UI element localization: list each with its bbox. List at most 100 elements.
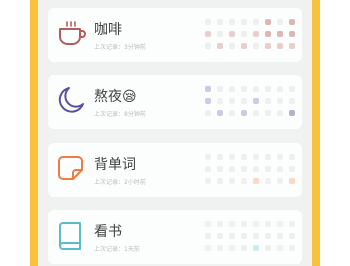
history-dot [277, 19, 283, 25]
history-dot [217, 154, 223, 160]
history-dot [289, 178, 295, 184]
history-dot [241, 19, 247, 25]
habit-history-grid [205, 221, 295, 251]
history-dot [241, 43, 247, 49]
history-dot [241, 110, 247, 116]
history-dot [265, 221, 271, 227]
history-dot [241, 233, 247, 239]
habit-last-record: 上次记录：8分钟前 [94, 111, 146, 118]
history-dot [289, 98, 295, 104]
habit-card-coffee[interactable]: 咖啡 上次记录：3分钟前 [48, 8, 302, 62]
habit-title: 看书 [94, 224, 122, 240]
habit-last-record: 上次记录：1天前 [94, 246, 140, 253]
history-dot [205, 98, 211, 104]
history-dot [277, 178, 283, 184]
history-dot [205, 221, 211, 227]
history-dot [229, 221, 235, 227]
history-dot [205, 178, 211, 184]
history-dot [277, 110, 283, 116]
history-dot [277, 233, 283, 239]
history-dot [253, 110, 259, 116]
history-dot [253, 98, 259, 104]
history-dot [217, 19, 223, 25]
history-dot [253, 31, 259, 37]
history-dot [229, 110, 235, 116]
history-dot [217, 98, 223, 104]
history-dot [277, 245, 283, 251]
history-dot [265, 43, 271, 49]
history-dot [205, 110, 211, 116]
history-dot [289, 245, 295, 251]
history-dot [253, 43, 259, 49]
history-dot [265, 166, 271, 172]
history-dot [265, 178, 271, 184]
history-dot [229, 43, 235, 49]
history-dot [205, 166, 211, 172]
history-dot [217, 166, 223, 172]
habit-card-reading[interactable]: 看书 上次记录：1天前 [48, 210, 302, 264]
history-dot [217, 31, 223, 37]
history-dot [277, 221, 283, 227]
history-dot [217, 233, 223, 239]
history-dot [217, 221, 223, 227]
history-dot [217, 86, 223, 92]
habit-title: 背单词 [94, 157, 136, 173]
habit-card-vocabulary[interactable]: 背单词 上次记录：2小时前 [48, 143, 302, 197]
history-dot [205, 245, 211, 251]
history-dot [205, 31, 211, 37]
history-dot [253, 166, 259, 172]
history-dot [205, 43, 211, 49]
history-dot [253, 86, 259, 92]
history-dot [289, 221, 295, 227]
history-dot [265, 154, 271, 160]
history-dot [277, 166, 283, 172]
history-dot [277, 154, 283, 160]
history-dot [253, 221, 259, 227]
history-dot [289, 154, 295, 160]
history-dot [229, 178, 235, 184]
habit-last-record: 上次记录：2小时前 [94, 179, 146, 186]
habit-title: 熬夜😪 [94, 89, 137, 105]
history-dot [289, 166, 295, 172]
history-dot [265, 110, 271, 116]
habit-card-stay-up-late[interactable]: 熬夜😪 上次记录：8分钟前 [48, 75, 302, 129]
history-dot [289, 110, 295, 116]
history-dot [265, 98, 271, 104]
history-dot [289, 19, 295, 25]
history-dot [265, 86, 271, 92]
history-dot [277, 98, 283, 104]
history-dot [253, 19, 259, 25]
history-dot [217, 110, 223, 116]
history-dot [277, 31, 283, 37]
habit-history-grid [205, 154, 295, 184]
history-dot [289, 43, 295, 49]
history-dot [217, 245, 223, 251]
history-dot [217, 43, 223, 49]
history-dot [229, 98, 235, 104]
history-dot [241, 221, 247, 227]
history-dot [289, 233, 295, 239]
history-dot [205, 154, 211, 160]
history-dot [253, 178, 259, 184]
history-dot [229, 245, 235, 251]
history-dot [229, 86, 235, 92]
history-dot [241, 166, 247, 172]
history-dot [205, 19, 211, 25]
history-dot [253, 245, 259, 251]
history-dot [229, 154, 235, 160]
history-dot [277, 43, 283, 49]
history-dot [265, 233, 271, 239]
book-icon [56, 220, 86, 250]
moon-icon [56, 85, 86, 115]
history-dot [241, 98, 247, 104]
history-dot [289, 86, 295, 92]
history-dot [265, 31, 271, 37]
history-dot [277, 86, 283, 92]
habit-title: 咖啡 [94, 22, 122, 38]
history-dot [265, 245, 271, 251]
history-dot [241, 154, 247, 160]
habit-last-record: 上次记录：3分钟前 [94, 44, 146, 51]
habit-history-grid [205, 19, 295, 49]
history-dot [253, 154, 259, 160]
history-dot [241, 86, 247, 92]
